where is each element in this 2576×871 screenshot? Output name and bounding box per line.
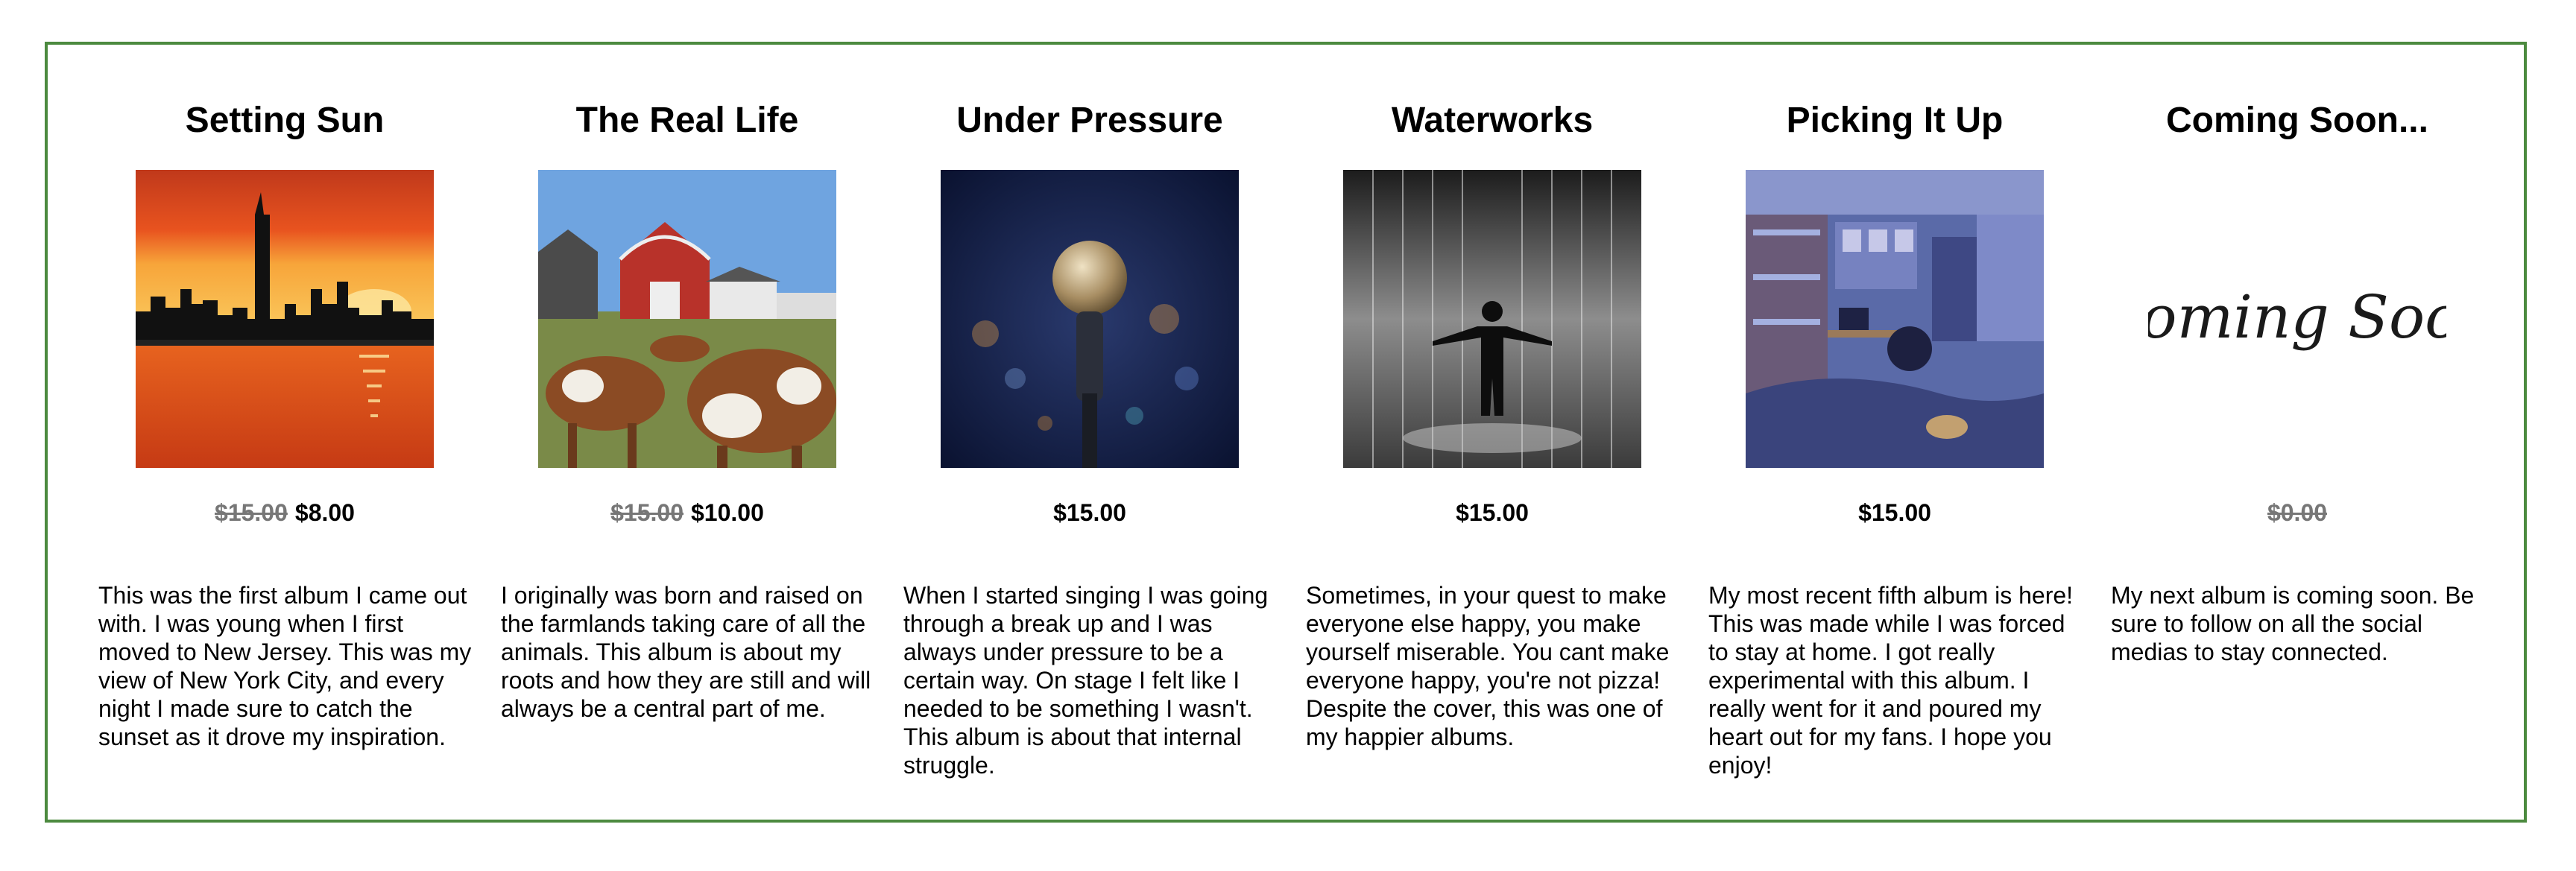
bedroom-image (1746, 170, 2044, 468)
album-price: $15.00 (1306, 496, 1679, 529)
sale-price: $15.00 (1858, 499, 1931, 526)
sale-price: $8.00 (294, 499, 355, 526)
album-card-waterworks: Waterworks $15.00 Sometimes, in your que… (1306, 45, 1708, 820)
original-price: $15.00 (610, 499, 684, 526)
album-card-under-pressure: Under Pressure $15.00 When I started sin… (903, 45, 1306, 820)
album-description: Sometimes, in your quest to make everyon… (1306, 582, 1670, 750)
album-title: The Real Life (575, 101, 799, 140)
album-card-the-real-life: The Real Life $15.00 $10.00 I originally… (501, 45, 903, 820)
album-title: Setting Sun (185, 101, 385, 140)
rain-person-image (1343, 170, 1641, 468)
album-description: My most recent fifth album is here! This… (1708, 582, 2074, 779)
coming-soon-image: Coming Soon (2148, 170, 2446, 468)
original-price: $15.00 (215, 499, 288, 526)
sale-price: $15.00 (1456, 499, 1529, 526)
farm-cows-image (538, 170, 836, 468)
album-title: Waterworks (1391, 101, 1594, 140)
album-card-coming-soon: Coming Soon... Coming Soon $0.00 My next… (2111, 45, 2513, 820)
original-price: $0.00 (2267, 499, 2328, 526)
sale-price: $10.00 (691, 499, 764, 526)
album-description: When I started singing I was going throu… (903, 582, 1269, 779)
album-description: My next album is coming soon. Be sure to… (2111, 582, 2475, 665)
album-card-picking-it-up: Picking It Up $15.00 My most recent fift… (1708, 45, 2111, 820)
album-description: This was the first album I came out with… (98, 582, 472, 750)
album-price: $15.00 $8.00 (98, 496, 471, 529)
album-card-setting-sun: Setting Sun $15.00 $8.00 This was the fi… (98, 45, 501, 820)
city-sunset-image (136, 170, 434, 468)
album-price: $0.00 (2111, 496, 2484, 529)
album-title: Picking It Up (1786, 101, 2004, 140)
sale-price: $15.00 (1053, 499, 1126, 526)
microphone-image (941, 170, 1239, 468)
coming-soon-text: Coming Soon (2148, 282, 2446, 352)
album-title: Under Pressure (956, 101, 1223, 140)
album-list: Setting Sun $15.00 $8.00 This was the fi… (98, 45, 2513, 820)
album-price: $15.00 (903, 496, 1276, 529)
albums-container: Setting Sun $15.00 $8.00 This was the fi… (45, 42, 2527, 823)
album-price: $15.00 $10.00 (501, 496, 874, 529)
album-description: I originally was born and raised on the … (501, 582, 871, 722)
album-title: Coming Soon... (2166, 101, 2428, 140)
album-price: $15.00 (1708, 496, 2081, 529)
